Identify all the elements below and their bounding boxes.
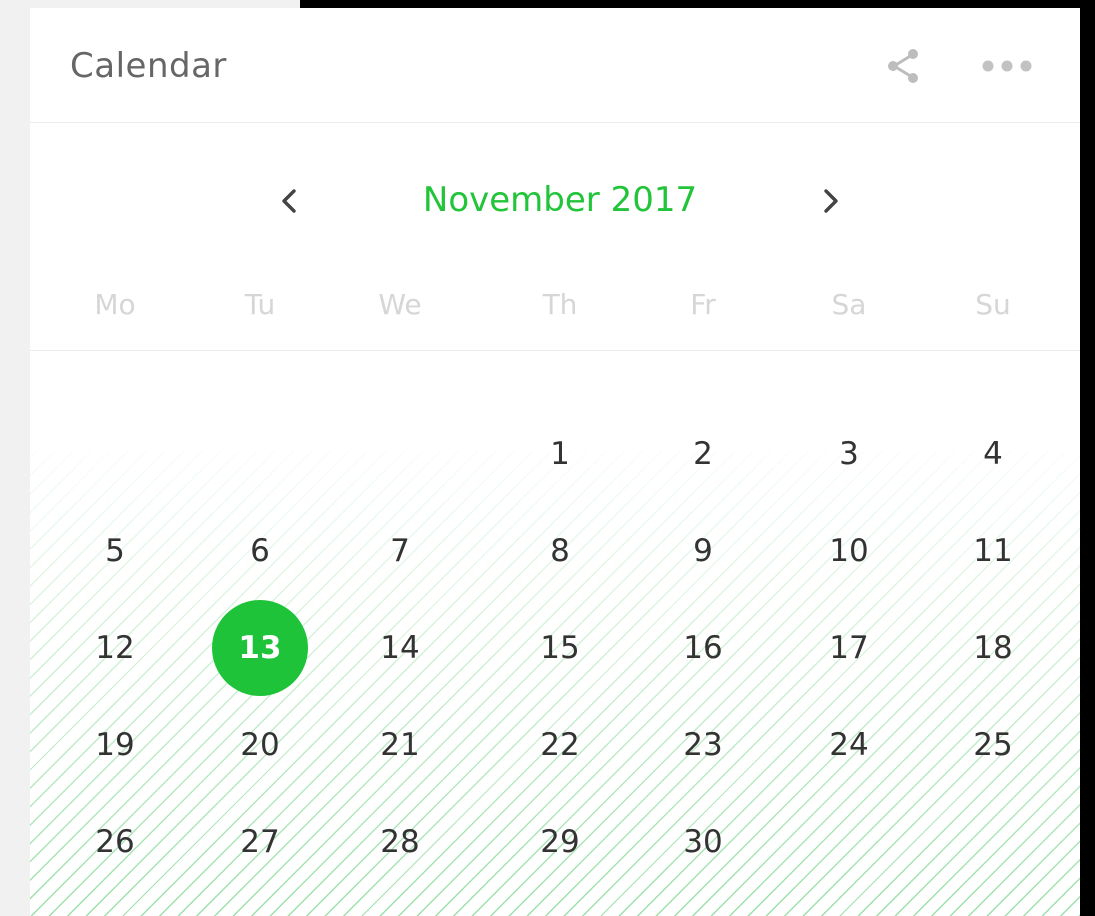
day-cell[interactable]: 21 [352,697,448,793]
day-cell[interactable]: 1 [512,406,608,502]
day-cell[interactable]: 30 [655,794,751,890]
day-cell[interactable]: 8 [512,503,608,599]
day-cell[interactable]: 10 [801,503,897,599]
day-cell[interactable]: 11 [945,503,1041,599]
day-cell[interactable]: 19 [67,697,163,793]
day-cell[interactable]: 3 [801,406,897,502]
weekday-label: Mo [94,288,136,321]
day-cell[interactable]: 5 [67,503,163,599]
weekday-label: Su [975,288,1011,321]
day-cell[interactable]: 9 [655,503,751,599]
day-cell[interactable]: 22 [512,697,608,793]
day-cell[interactable]: 26 [67,794,163,890]
share-icon[interactable] [886,48,920,84]
day-cell[interactable]: 23 [655,697,751,793]
day-cell[interactable]: 29 [512,794,608,890]
weekday-label: We [378,288,422,321]
day-cell[interactable]: 28 [352,794,448,890]
day-cell[interactable]: 24 [801,697,897,793]
day-cell[interactable]: 6 [212,503,308,599]
day-cell[interactable]: 14 [352,600,448,696]
day-cell[interactable]: 16 [655,600,751,696]
weekday-label: Tu [244,288,276,321]
day-cell[interactable]: 2 [655,406,751,502]
day-cell[interactable]: 17 [801,600,897,696]
days-grid: 1 2 3 4 5 6 7 8 9 10 11 12 13 14 15 16 17 18 19 20 21 22 23 24 2… [30,351,1080,916]
day-cell[interactable]: 25 [945,697,1041,793]
widget-title: Calendar [70,46,227,86]
day-cell[interactable]: 15 [512,600,608,696]
day-cell[interactable]: 12 [67,600,163,696]
month-navigation: November 2017 [30,168,1080,238]
more-options-icon[interactable] [980,58,1034,74]
chevron-left-icon[interactable] [274,184,304,218]
weekday-label: Fr [690,288,716,321]
weekday-label: Th [542,288,578,321]
day-cell[interactable]: 20 [212,697,308,793]
month-label: November 2017 [422,180,698,220]
day-cell[interactable]: 7 [352,503,448,599]
day-cell[interactable]: 27 [212,794,308,890]
day-cell[interactable]: 18 [945,600,1041,696]
day-cell-selected[interactable]: 13 [212,600,308,696]
weekday-header-row: Mo Tu We Th Fr Sa Su [30,278,1080,351]
calendar-widget: Calendar November 2017 Mo Tu We Th Fr Sa… [30,8,1080,916]
weekday-label: Sa [831,288,867,321]
day-cell[interactable]: 4 [945,406,1041,502]
chevron-right-icon[interactable] [816,184,846,218]
widget-header: Calendar [30,8,1080,123]
